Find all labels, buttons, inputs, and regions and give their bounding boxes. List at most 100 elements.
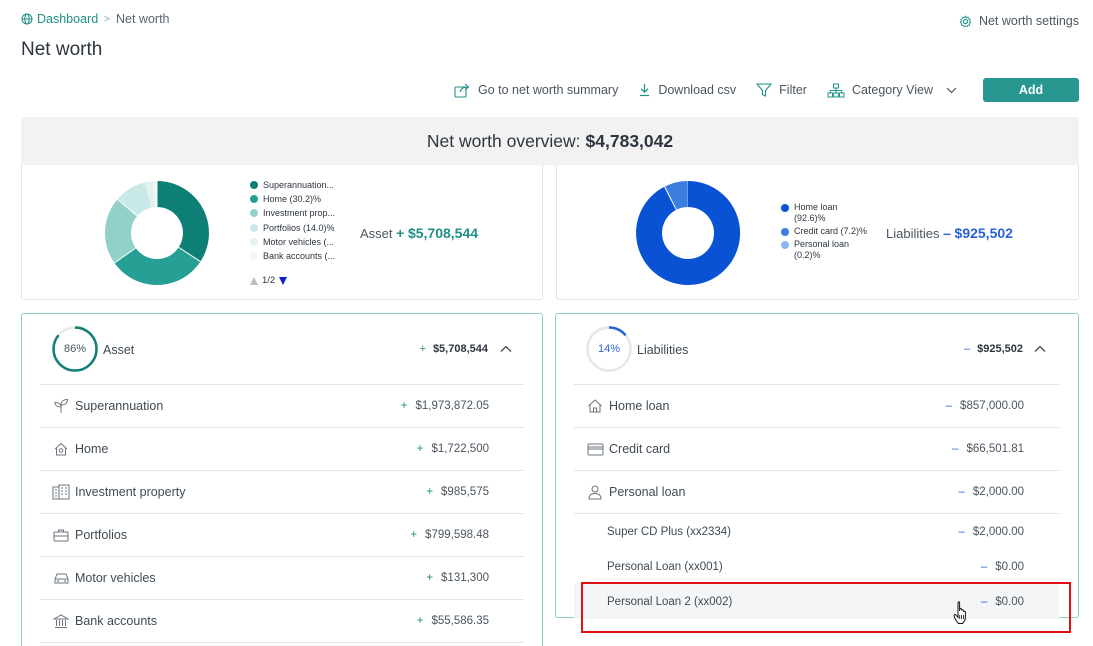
row-sign: – <box>945 400 953 412</box>
liabilities-panel-total: – $925,502 <box>964 343 1023 355</box>
gear-icon <box>959 14 972 27</box>
breadcrumb-dashboard-label: Dashboard <box>37 12 99 26</box>
download-icon <box>640 84 650 97</box>
liabilities-chart-total-value: $925,502 <box>954 225 1013 241</box>
net-worth-settings-link[interactable]: Net worth settings <box>959 14 1079 28</box>
legend-label: Superannuation... <box>263 180 335 190</box>
person-icon <box>586 483 604 501</box>
go-to-summary-button[interactable]: Go to net worth summary <box>454 83 618 98</box>
liabilities-panel-header[interactable]: 14% Liabilities – $925,502 <box>556 314 1078 384</box>
row-sign: – <box>980 560 988 573</box>
legend-item[interactable]: Superannuation... <box>250 180 335 194</box>
liab-slice-home-loan[interactable] <box>636 180 741 285</box>
legend-item[interactable]: Personal loan (0.2)% <box>781 239 867 261</box>
legend-label: Investment prop... <box>263 208 336 219</box>
filter-icon <box>756 83 773 97</box>
asset-row-superannuation[interactable]: Superannuation + $1,973,872.05 <box>40 385 524 428</box>
legend-item[interactable]: Investment prop... <box>250 208 335 222</box>
row-value: $0.00 <box>995 560 1024 573</box>
asset-panel-total-value: $5,708,544 <box>432 343 488 355</box>
legend-dot <box>781 240 789 249</box>
legend-label: Credit card (7.2)% <box>794 226 868 236</box>
hierarchy-icon <box>827 83 845 97</box>
category-view-label: Category View <box>851 83 933 97</box>
legend-dot <box>781 203 789 212</box>
asset-chart-total-label: Asset <box>360 226 393 241</box>
row-value: $1,973,872.05 <box>415 400 489 412</box>
breadcrumb-dashboard-link[interactable]: Dashboard <box>21 12 98 26</box>
legend-prev-arrow-icon[interactable] <box>250 276 258 285</box>
liabilities-panel-total-value: $925,502 <box>977 343 1023 355</box>
asset-row-portfolios[interactable]: Portfolios + $799,598.48 <box>40 514 524 557</box>
legend-page-indicator: 1/2 <box>262 275 276 286</box>
row-amount: – $0.00 <box>981 561 1024 573</box>
legend-label: Motor vehicles (... <box>263 236 335 247</box>
toolbar: Go to net worth summary Download csv Fil… <box>434 78 1079 102</box>
breadcrumb-current: Net worth <box>116 12 170 26</box>
go-to-summary-label: Go to net worth summary <box>478 83 619 97</box>
row-sign: – <box>958 525 965 538</box>
highlight-box <box>581 582 1071 633</box>
asset-panel-total-sign: + <box>419 343 426 355</box>
row-name: Home loan <box>609 399 670 413</box>
legend-pager: 1/2 <box>250 275 288 286</box>
asset-panel: 86% Asset + $5,708,544 Superannuation + $… <box>21 313 543 646</box>
asset-panel-header[interactable]: 86% Asset + $5,708,544 <box>22 314 542 384</box>
asset-donut-chart[interactable] <box>104 180 210 286</box>
legend-label: Bank accounts (... <box>263 250 336 261</box>
legend-dot <box>250 195 258 204</box>
asset-row-motor-vehicles[interactable]: Motor vehicles + $131,300 <box>40 557 524 600</box>
asset-slice-superannuation[interactable] <box>157 181 209 262</box>
row-amount: + $1,722,500 <box>417 443 489 455</box>
legend-dot <box>250 237 258 246</box>
row-sign: – <box>958 486 965 498</box>
legend-dot <box>781 227 789 236</box>
row-amount: – $2,000.00 <box>958 526 1024 538</box>
liability-row-home-loan[interactable]: Home loan – $857,000.00 <box>574 385 1059 428</box>
row-name: Superannuation <box>75 399 164 413</box>
liabilities-chart-total-label: Liabilities <box>886 226 940 241</box>
liability-row-credit-card[interactable]: Credit card – $66,501.81 <box>574 428 1059 471</box>
legend-label-percent: (92.6)% <box>794 213 826 223</box>
legend-item[interactable]: Portfolios (14.0)% <box>250 223 335 237</box>
credit-card-icon <box>586 440 604 458</box>
legend-item[interactable]: Bank accounts (... <box>250 251 335 265</box>
liabilities-chart-total: Liabilities – $925,502 <box>886 225 1013 241</box>
row-amount: + $131,300 <box>426 572 489 584</box>
asset-panel-label: Asset <box>103 343 135 357</box>
net-worth-settings-label: Net worth settings <box>978 14 1079 28</box>
legend-item[interactable]: Home (30.2)% <box>250 194 335 208</box>
row-name: Bank accounts <box>75 614 157 628</box>
filter-label: Filter <box>779 83 807 97</box>
asset-row-home[interactable]: Home + $1,722,500 <box>40 428 524 471</box>
row-value: $985,575 <box>441 486 489 498</box>
row-value: $2,000.00 <box>972 486 1024 498</box>
bank-icon <box>52 612 70 630</box>
download-csv-button[interactable]: Download csv <box>638 83 736 97</box>
row-value: $799,598.48 <box>425 529 489 541</box>
asset-row-investment-property[interactable]: Investment property + $985,575 <box>40 471 524 514</box>
category-view-dropdown[interactable]: Category View <box>827 83 957 98</box>
legend-next-arrow-icon[interactable] <box>279 276 288 285</box>
row-sign: – <box>952 443 959 455</box>
row-amount: – $857,000.00 <box>946 400 1024 412</box>
globe-icon <box>21 13 33 25</box>
breadcrumb: Dashboard > Net worth <box>21 12 170 26</box>
legend-item[interactable]: Home loan (92.6)% <box>781 202 867 224</box>
liabilities-chart-legend: Home loan (92.6)% Credit card (7.2)% Pers… <box>781 202 867 261</box>
chevron-up-icon[interactable] <box>1034 344 1046 354</box>
chevron-up-icon[interactable] <box>500 344 512 354</box>
seedling-icon <box>52 397 70 415</box>
asset-row-bank-accounts[interactable]: Bank accounts + $55,586.35 <box>40 600 524 643</box>
personal-loan-sub-row[interactable]: Personal Loan (xx001) – $0.00 <box>574 549 1059 584</box>
row-sign: + <box>426 486 434 498</box>
hand-pointer-cursor-icon <box>953 601 966 624</box>
personal-loan-sub-row[interactable]: Super CD Plus (xx2334) – $2,000.00 <box>574 514 1059 549</box>
page-title: Net worth <box>21 39 103 60</box>
filter-button[interactable]: Filter <box>756 83 807 97</box>
legend-item[interactable]: Motor vehicles (... <box>250 237 335 251</box>
liability-row-personal-loan[interactable]: Personal loan – $2,000.00 <box>574 471 1059 514</box>
liabilities-donut-chart[interactable] <box>635 180 741 286</box>
legend-item[interactable]: Credit card (7.2)% <box>781 226 867 237</box>
add-button[interactable]: Add <box>983 78 1079 102</box>
